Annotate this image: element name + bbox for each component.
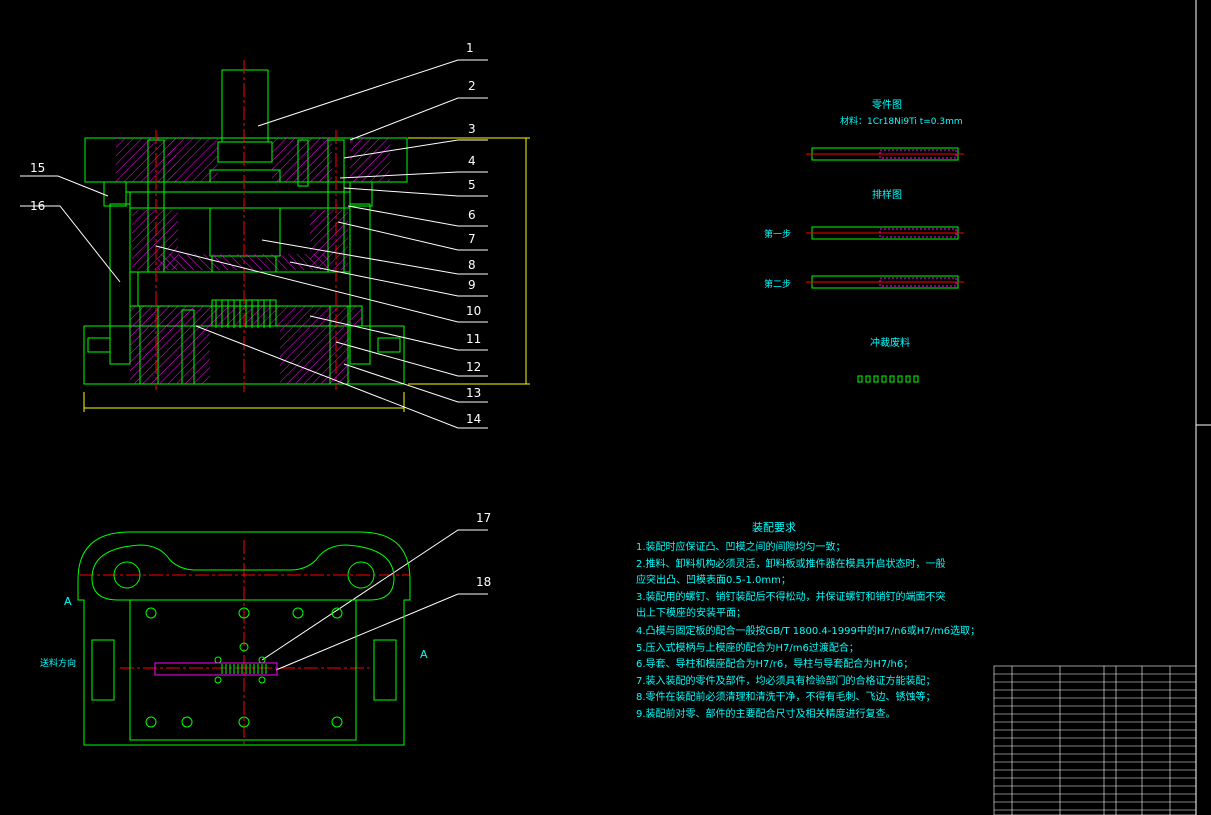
parts-list-table: [993, 665, 1197, 815]
part-number-1: 1: [466, 41, 474, 55]
part-number-11: 11: [466, 332, 481, 346]
requirement-3: 3.装配用的螺钉、销钉装配后不得松动，并保证螺钉和销钉的端面不突: [636, 590, 946, 603]
part-number-2: 2: [468, 79, 476, 93]
part-number-5: 5: [468, 178, 476, 192]
requirement-4: 4.凸模与固定板的配合一般按GB/T 1800.4-1999中的H7/n6或H7…: [636, 624, 980, 637]
leader-lines: [20, 59, 488, 671]
part-number-18: 18: [476, 575, 491, 589]
part-number-4: 4: [468, 154, 476, 168]
part-number-6: 6: [468, 208, 476, 222]
step2-label: 第二步: [764, 278, 791, 290]
requirement-1: 1.装配时应保证凸、凹模之间的间隙均匀一致；: [636, 540, 846, 553]
part-number-10: 10: [466, 304, 481, 318]
part-number-9: 9: [468, 278, 476, 292]
requirement-9: 9.装配前对零、部件的主要配合尺寸及相关精度进行复查。: [636, 707, 896, 720]
requirement-5: 5.压入式模柄与上模座的配合为H7/m6过渡配合；: [636, 641, 859, 654]
part-drawing-title: 零件图: [872, 99, 902, 111]
feed-direction-label: 送料方向: [40, 657, 76, 669]
drawing-frame: [1195, 0, 1211, 815]
requirement-6: 6.导套、导柱和模座配合为H7/r6，导柱与导套配合为H7/h6；: [636, 657, 913, 670]
die-shank: [221, 69, 269, 143]
requirement-2b: 应突出凸、凹模表面0.5-1.0mm；: [636, 573, 791, 586]
section-label-right: A: [420, 648, 428, 661]
requirement-3b: 出上下模座的安装平面；: [636, 606, 746, 619]
requirement-8: 8.零件在装配前必须清理和清洗干净，不得有毛刺、飞边、锈蚀等；: [636, 690, 936, 703]
plan-strip: [154, 662, 278, 676]
requirement-7: 7.装入装配的零件及部件，均必须具有检验部门的合格证方能装配；: [636, 674, 936, 687]
part-number-15: 15: [30, 161, 45, 175]
scrap-title: 冲裁废料: [870, 336, 910, 349]
part-number-17: 17: [476, 511, 491, 525]
part-number-12: 12: [466, 360, 481, 374]
part-outline: [806, 147, 964, 161]
requirements-list: 1.装配时应保证凸、凹模之间的间隙均匀一致； 2.推料、卸料机构必须灵活，卸料板…: [636, 540, 980, 720]
part-number-14: 14: [466, 412, 481, 426]
step1-label: 第一步: [764, 228, 791, 240]
layout-strip-2: [806, 275, 964, 289]
section-label-left: A: [64, 595, 72, 608]
layout-drawing-title: 排样图: [872, 188, 902, 201]
scrap-pieces: [857, 375, 919, 383]
layout-strip-1: [806, 226, 964, 240]
part-number-7: 7: [468, 232, 476, 246]
part-number-8: 8: [468, 258, 476, 272]
requirements-title: 装配要求: [752, 521, 796, 534]
requirement-2: 2.推料、卸料机构必须灵活，卸料板或推件器在模具开启状态时，一般: [636, 557, 946, 570]
part-number-13: 13: [466, 386, 481, 400]
drawing-canvas: 1 2 3 4 5 6 7 8 9 10 11 12 13 14 15 16 1…: [20, 0, 1211, 815]
part-number-3: 3: [468, 122, 476, 136]
part-material: 材料：1Cr18Ni9Ti t=0.3mm: [840, 115, 963, 127]
part-number-16: 16: [30, 199, 45, 213]
